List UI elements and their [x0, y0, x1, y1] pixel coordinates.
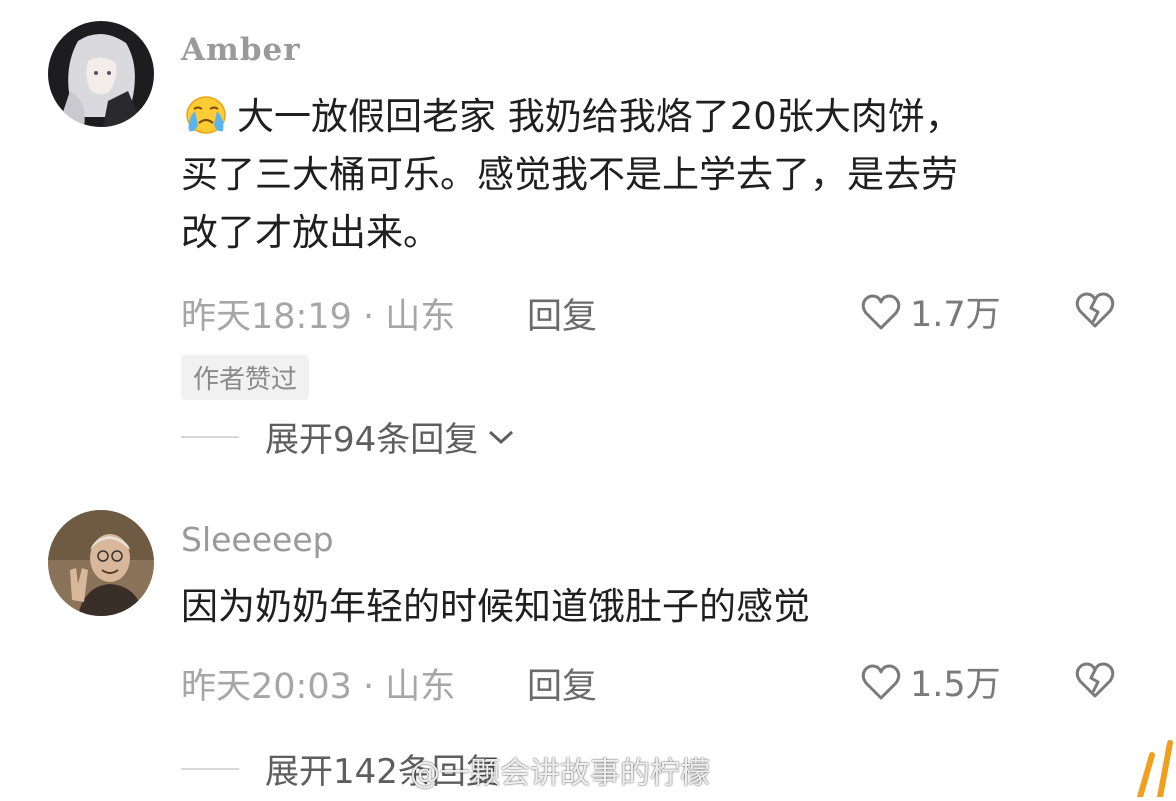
reply-button[interactable]: 回复 — [527, 288, 597, 339]
dislike-button[interactable] — [1074, 290, 1116, 334]
divider-line — [181, 435, 239, 438]
like-count: 1.7万 — [910, 295, 1001, 335]
time-location: 昨天20:03 · 山东 — [181, 667, 456, 707]
avatar[interactable] — [48, 510, 154, 616]
comment-item: Amber 大一放假回老家 我奶给我烙了20张大肉饼， 买了三大桶可乐。感觉我不… — [0, 0, 1176, 480]
expand-replies-label: 展开94条回复 — [265, 420, 479, 460]
heart-outline-icon — [861, 294, 901, 329]
dislike-button[interactable] — [1074, 660, 1116, 704]
username[interactable]: Sleeeeep — [181, 520, 334, 559]
author-liked-badge: 作者赞过 — [181, 355, 310, 400]
divider-line — [181, 767, 239, 770]
like-count: 1.5万 — [910, 665, 1001, 705]
broken-heart-icon — [1075, 292, 1115, 328]
comment-text: 大一放假回老家 我奶给我烙了20张大肉饼， 买了三大桶可乐。感觉我不是上学去了，… — [181, 88, 1141, 262]
comment-text-line: 大一放假回老家 我奶给我烙了20张大肉饼， — [237, 95, 962, 138]
username[interactable]: Amber — [181, 32, 301, 68]
heart-outline-icon — [861, 664, 901, 699]
like-button[interactable]: 1.5万 — [860, 656, 1001, 707]
comment-text-line: 买了三大桶可乐。感觉我不是上学去了，是去劳 — [181, 153, 958, 196]
comment-text-line: 因为奶奶年轻的时候知道饿肚子的感觉 — [181, 585, 810, 628]
chevron-down-icon — [489, 430, 514, 444]
reply-button[interactable]: 回复 — [527, 658, 597, 709]
comment-text: 因为奶奶年轻的时候知道饿肚子的感觉 — [181, 578, 1141, 636]
time-location: 昨天18:19 · 山东 — [181, 297, 456, 337]
like-button[interactable]: 1.7万 — [860, 286, 1001, 337]
avatar[interactable] — [48, 21, 154, 127]
comment-text-line: 改了才放出来。 — [181, 211, 440, 254]
crying-face-icon — [181, 94, 231, 134]
watermark: @一颗会讲故事的柠檬 — [410, 756, 710, 791]
expand-replies-button[interactable]: 展开94条回复 — [181, 412, 516, 461]
corner-logo — [1130, 735, 1176, 801]
broken-heart-icon — [1075, 662, 1115, 698]
